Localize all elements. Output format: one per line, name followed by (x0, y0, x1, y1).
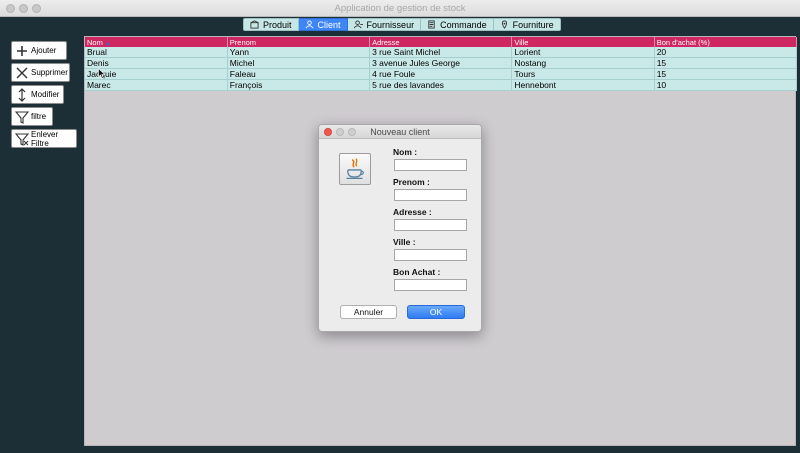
column-header-nom[interactable]: Nom ▲ (85, 37, 228, 47)
add-button[interactable]: Ajouter (11, 41, 67, 60)
table-row[interactable]: Brual Yann 3 rue Saint Michel Lorient 20 (85, 47, 798, 58)
table-cell[interactable]: Michel (227, 57, 371, 69)
table-cell[interactable]: 20 (654, 47, 798, 58)
action-sidebar: Ajouter Supprimer Modifier filtre Enleve… (11, 41, 79, 151)
ok-button[interactable]: OK (407, 305, 465, 319)
table-cell[interactable]: 5 rue des lavandes (369, 79, 513, 91)
ville-field[interactable] (394, 249, 467, 261)
plus-icon (17, 45, 27, 56)
supply-icon (501, 20, 507, 29)
nom-field[interactable] (394, 159, 467, 171)
tab-label: Produit (263, 19, 292, 30)
ville-label: Ville : (393, 237, 416, 247)
table-row[interactable]: Marec François 5 rue des lavandes Henneb… (85, 79, 798, 91)
bon-achat-label: Bon Achat : (393, 267, 441, 277)
table-cell[interactable]: 3 rue Saint Michel (369, 47, 513, 58)
delete-button[interactable]: Supprimer (11, 63, 70, 82)
nom-label: Nom : (393, 147, 418, 157)
table-cell[interactable]: Nostang (511, 57, 655, 69)
dialog-title-bar: Nouveau client (319, 125, 481, 139)
adresse-field[interactable] (394, 219, 467, 231)
cross-icon (16, 67, 28, 78)
tab-label: Fournisseur (366, 19, 415, 30)
column-header-prenom[interactable]: Prenom (227, 37, 371, 47)
table-row[interactable]: Denis Michel 3 avenue Jules George Nosta… (85, 57, 798, 69)
funnel-remove-icon (15, 132, 29, 146)
mouse-cursor-icon (98, 68, 106, 79)
edit-label: Modifier (31, 90, 60, 99)
table-cell[interactable]: 3 avenue Jules George (369, 57, 513, 69)
tab-label: Commande (440, 19, 487, 30)
filter-button[interactable]: filtre (11, 107, 53, 126)
client-icon (305, 20, 313, 29)
table-cell[interactable]: Marec (85, 79, 228, 91)
table-cell[interactable]: François (227, 79, 371, 91)
new-client-dialog: Nouveau client Nom : Prenom : Adresse : … (318, 124, 482, 332)
remove-filter-button[interactable]: Enlever Filtre (11, 129, 77, 148)
table-row[interactable]: Jacquie Faleau 4 rue Foule Tours 15 (85, 68, 798, 80)
table-cell[interactable]: Faleau (227, 68, 371, 80)
table-cell[interactable]: 10 (654, 79, 798, 91)
column-header-adresse[interactable]: Adresse (369, 37, 513, 47)
adresse-label: Adresse : (393, 207, 432, 217)
title-bar: Application de gestion de stock (0, 0, 800, 17)
client-table: Nom ▲ Prenom Adresse Ville Bon d'achat (… (85, 37, 798, 91)
tab-client[interactable]: Client (298, 18, 348, 31)
table-cell[interactable]: Hennebont (511, 79, 655, 91)
column-header-label: Nom (87, 37, 103, 47)
table-cell[interactable]: Brual (85, 47, 228, 58)
table-cell[interactable]: Yann (227, 47, 371, 58)
table-cell[interactable]: 15 (654, 57, 798, 69)
column-header-ville[interactable]: Ville (511, 37, 655, 47)
window-title: Application de gestion de stock (334, 3, 466, 14)
tab-label: Fourniture (512, 19, 554, 30)
supplier-icon (353, 20, 363, 29)
vertical-arrows-icon (18, 87, 26, 102)
delete-label: Supprimer (31, 68, 68, 77)
product-icon (250, 20, 259, 29)
order-icon (428, 20, 435, 29)
prenom-field[interactable] (394, 189, 467, 201)
app-window: Application de gestion de stock Produit … (0, 0, 800, 453)
edit-button[interactable]: Modifier (11, 85, 64, 104)
tab-label: Client (317, 19, 341, 30)
sort-ascending-icon: ▲ (104, 40, 111, 47)
java-logo-icon (339, 153, 371, 185)
column-header-bon-achat[interactable]: Bon d'achat (%) (654, 37, 798, 47)
remove-filter-label: Enlever Filtre (31, 129, 59, 148)
table-cell[interactable]: Jacquie (85, 68, 228, 80)
table-cell[interactable]: 15 (654, 68, 798, 80)
table-header-row: Nom ▲ Prenom Adresse Ville Bon d'achat (… (85, 37, 798, 47)
tab-fourniture[interactable]: Fourniture (493, 18, 561, 31)
dialog-title: Nouveau client (370, 127, 430, 137)
cancel-button[interactable]: Annuler (340, 305, 397, 319)
bon-achat-field[interactable] (394, 279, 467, 291)
filter-label: filtre (31, 112, 47, 121)
table-cell[interactable]: 4 rue Foule (369, 68, 513, 80)
table-cell[interactable]: Lorient (511, 47, 655, 58)
funnel-icon (15, 110, 29, 124)
add-label: Ajouter (31, 46, 57, 55)
tab-produit[interactable]: Produit (243, 18, 299, 31)
tab-commande[interactable]: Commande (421, 18, 494, 31)
table-cell[interactable]: Tours (511, 68, 655, 80)
table-cell[interactable]: Denis (85, 57, 228, 69)
prenom-label: Prenom : (393, 177, 430, 187)
tab-fournisseur[interactable]: Fournisseur (347, 18, 422, 31)
tab-bar: Produit Client Fournisseur Commande Four… (243, 18, 561, 31)
